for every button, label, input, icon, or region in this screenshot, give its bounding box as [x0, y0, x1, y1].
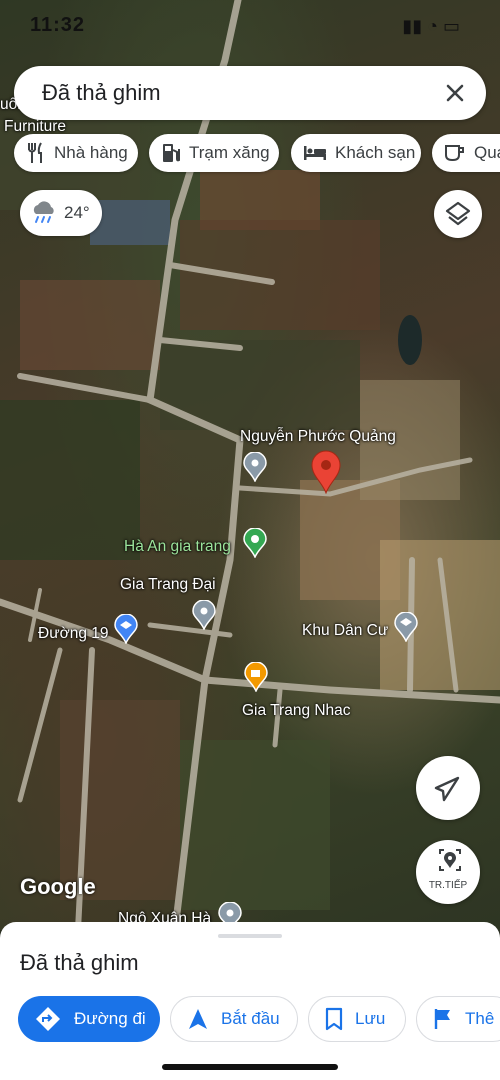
restaurant-icon: [28, 142, 42, 163]
label-button[interactable]: Thê: [416, 996, 500, 1042]
school-marker-icon[interactable]: [114, 614, 138, 644]
navigation-icon: [189, 1009, 207, 1029]
flag-icon: [434, 1009, 450, 1029]
start-button[interactable]: Bắt đầu: [170, 996, 298, 1042]
category-chips: Nhà hàng Trạm xăng Khách sạn Quá: [14, 134, 500, 174]
hotel-icon: [304, 146, 326, 160]
residential-marker-icon[interactable]: [394, 612, 418, 642]
garden-marker-icon[interactable]: [243, 528, 267, 558]
sheet-title: Đã thả ghim: [20, 950, 139, 975]
status-time: 11:32: [30, 14, 86, 36]
weather-widget[interactable]: 24°: [20, 190, 102, 236]
directions-button[interactable]: Đường đi: [18, 996, 160, 1042]
cafe-marker-icon[interactable]: [244, 662, 268, 692]
map-label-ha-an: Hà An gia trang: [124, 538, 231, 555]
chip-label: Trạm xăng: [189, 143, 270, 162]
map-label-khu-dan-cu: Khu Dân Cư: [302, 622, 389, 639]
start-label: Bắt đầu: [221, 1009, 280, 1028]
bookmark-icon: [325, 1007, 343, 1031]
save-label: Lưu: [355, 1009, 386, 1028]
chip-restaurants[interactable]: Nhà hàng: [14, 134, 138, 172]
coffee-icon: [445, 145, 464, 161]
directions-label: Đường đi: [74, 1009, 146, 1028]
layers-icon: [445, 201, 471, 226]
location-arrow-icon: [434, 776, 460, 802]
home-indicator[interactable]: [162, 1064, 338, 1070]
label-label: Thê: [465, 1009, 495, 1028]
street-view-icon: [439, 849, 461, 871]
chip-hotels[interactable]: Khách sạn: [291, 134, 421, 172]
explore-label: TR.TIẾP: [428, 880, 468, 891]
sheet-handle[interactable]: [218, 934, 282, 938]
gas-station-icon: [163, 144, 180, 162]
status-icons: ▮▮ ◔ ▭: [402, 16, 460, 36]
search-bar[interactable]: Đã thả ghim: [14, 66, 486, 120]
place-marker-icon[interactable]: [243, 452, 267, 482]
my-location-button[interactable]: [416, 756, 480, 820]
weather-temp: 24°: [64, 203, 90, 222]
directions-icon: [36, 1007, 60, 1031]
search-title: Đã thả ghim: [42, 80, 161, 105]
close-icon[interactable]: [440, 78, 470, 108]
chip-label: Quá: [474, 143, 500, 162]
map-label-gia-trang-nhac: Gia Trang Nhac: [242, 702, 351, 719]
google-logo: Google: [20, 874, 96, 899]
save-button[interactable]: Lưu: [308, 996, 406, 1042]
bottom-sheet[interactable]: Đã thả ghim Đường đi Bắt đầu Lưu Thê: [0, 922, 500, 1080]
map-label-pin: Nguyễn Phước Quảng: [240, 428, 396, 445]
map-label-gia-trang-dai: Gia Trang Đại: [120, 576, 216, 593]
rain-cloud-icon: [33, 201, 54, 223]
chip-gas-stations[interactable]: Trạm xăng: [149, 134, 279, 172]
chip-coffee[interactable]: Quá: [432, 134, 500, 172]
explore-nearby-button[interactable]: TR.TIẾP: [416, 840, 480, 904]
map-label-duong19: Đường 19: [38, 625, 109, 642]
dropped-pin-icon[interactable]: [310, 450, 342, 494]
chip-label: Nhà hàng: [54, 143, 128, 162]
place-marker-icon[interactable]: [192, 600, 216, 630]
layers-button[interactable]: [434, 190, 482, 238]
chip-label: Khách sạn: [335, 143, 416, 162]
